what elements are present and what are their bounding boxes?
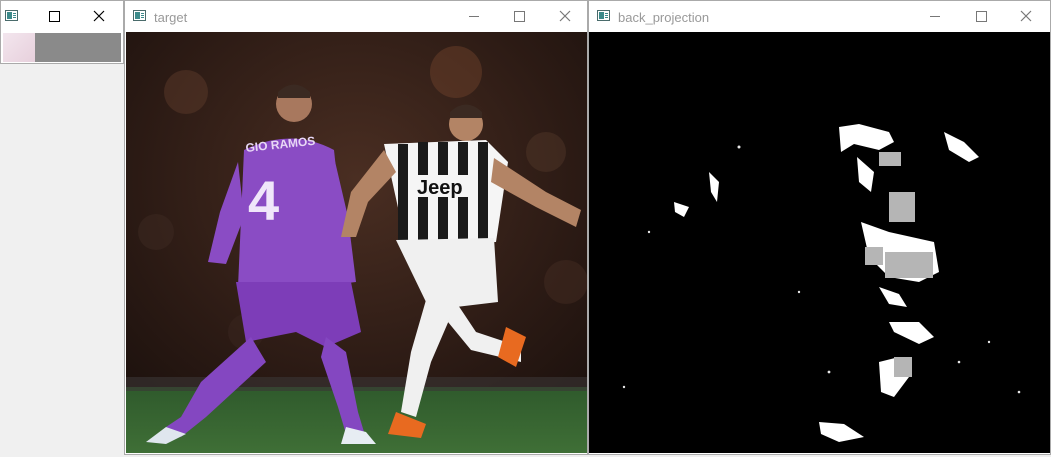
target-image: GIO RAMOS 4 Jeep [126,32,587,453]
target-window-titlebar[interactable]: target [125,1,587,32]
binary-mask [589,32,1050,453]
maximize-icon [48,10,60,22]
app-window-icon [597,10,610,21]
app-window-icon [133,10,146,21]
app-window-icon [5,10,18,21]
target-window: target GIO RAMOS 4 Jeep [124,0,588,455]
minimize-button[interactable] [922,4,948,28]
roi-image [1,32,123,62]
maximize-button[interactable] [506,4,532,28]
football-photo: GIO RAMOS 4 Jeep [126,32,587,453]
minimize-icon [469,16,479,17]
close-icon [1020,10,1032,22]
target-window-title: target [154,10,188,25]
back-projection-window-title: back_projection [618,10,710,25]
close-button[interactable] [86,4,112,28]
roi-window-titlebar[interactable] [1,1,123,32]
close-button[interactable] [1013,4,1039,28]
back-projection-image [589,32,1050,453]
minimize-button[interactable] [461,4,487,28]
back-projection-window-titlebar[interactable]: back_projection [589,1,1050,32]
minimize-icon [930,16,940,17]
roi-window [0,0,124,64]
maximize-button[interactable] [41,4,67,28]
close-icon [93,10,105,22]
maximize-button[interactable] [968,4,994,28]
back-projection-window: back_projection [588,0,1051,455]
shirt-sponsor: Jeep [417,177,463,199]
maximize-icon [513,10,525,22]
close-icon [559,10,571,22]
shirt-number: 4 [248,169,279,232]
maximize-icon [975,10,987,22]
close-button[interactable] [552,4,578,28]
